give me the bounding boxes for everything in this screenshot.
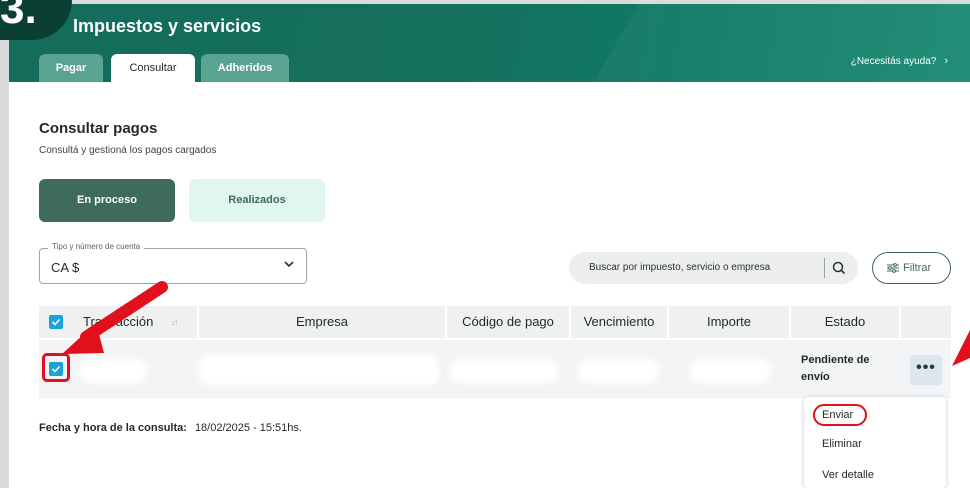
header-title: Impuestos y servicios [73,16,262,36]
column-header-importe: Importe [706,314,752,329]
page-title: Consultar pagos [39,120,158,137]
annotation-arrow-right [952,330,970,366]
menu-item-eliminar[interactable]: Eliminar [822,438,862,450]
help-link[interactable]: ¿Necesitás ayuda? › [851,55,948,67]
search-icon[interactable] [831,260,847,276]
window-frame-left [0,0,9,488]
redacted-company [199,354,439,386]
menu-item-enviar[interactable]: Enviar [822,409,853,421]
status-text: Pendiente de envío [801,354,870,383]
table-header: Transacción ↓↑ Empresa Código de pago Ve… [39,306,951,338]
search-placeholder: Buscar por impuesto, servicio o empresa [589,262,771,273]
sort-icon[interactable]: ↓↑ [171,318,178,327]
chevron-down-icon [284,261,294,268]
ellipsis-icon: ••• [916,359,936,376]
toggle-en-proceso[interactable]: En proceso [39,179,175,222]
check-icon [51,318,61,326]
query-timestamp-value: 18/02/2025 - 15:51hs. [194,422,302,434]
account-select-label: Tipo y número de cuenta [48,242,145,251]
column-separator [899,306,901,338]
search-input[interactable]: Buscar por impuesto, servicio o empresa [569,252,858,284]
menu-item-ver-detalle[interactable]: Ver detalle [822,469,874,481]
help-link-label: ¿Necesitás ayuda? [850,56,937,67]
column-header-transaccion[interactable]: Transacción [83,306,173,338]
search-divider [824,258,825,278]
row-actions-menu: Enviar Eliminar Ver detalle [804,397,946,488]
filter-button[interactable]: Filtrar [872,252,951,284]
toggle-realizados[interactable]: Realizados [189,179,325,222]
tab-adheridos[interactable]: Adheridos [201,54,289,82]
query-timestamp: Fecha y hora de la consulta: 18/02/2025 -… [39,422,302,434]
table-row[interactable]: Pendiente de envío ••• [39,340,951,398]
tab-pagar[interactable]: Pagar [39,54,103,82]
column-header-codigo-pago: Código de pago [462,314,554,329]
query-timestamp-label: Fecha y hora de la consulta: [39,422,187,434]
redacted-transaction [79,359,147,383]
redacted-amount [689,359,771,383]
select-all-checkbox[interactable] [49,315,63,329]
redacted-due-date [577,359,659,383]
column-header-empresa: Empresa [295,314,349,329]
page-header: Impuestos y servicios Pagar Consultar Ad… [9,4,970,82]
redacted-payment-code [449,359,559,383]
page-subtitle: Consultá y gestioná los pagos cargados [39,145,217,156]
column-header-vencimiento: Vencimiento [583,314,655,329]
sliders-icon [887,263,899,273]
account-select-value: CA $ [51,260,80,275]
filter-label: Filtrar [903,262,932,274]
account-select[interactable]: Tipo y número de cuenta CA $ [39,242,307,284]
chevron-right-icon: › [944,55,948,67]
column-header-estado: Estado [824,314,866,329]
annotation-highlight-checkbox [42,353,70,382]
tab-consultar[interactable]: Consultar [111,54,195,82]
more-options-button[interactable]: ••• [910,355,942,385]
